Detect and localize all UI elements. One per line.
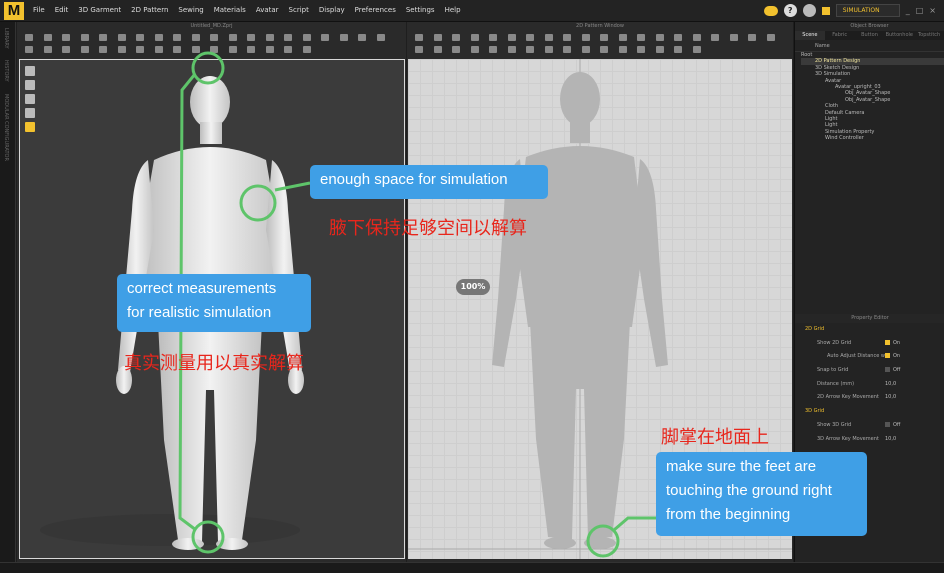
feet-connector	[613, 516, 656, 532]
callout-enough-space: enough space for simulation	[310, 165, 548, 199]
ground-highlight-circle	[586, 524, 620, 558]
armpit-highlight-circle	[239, 184, 277, 222]
armpit-connector	[274, 181, 311, 192]
callout-measurements: correct measurements for realistic simul…	[117, 274, 311, 332]
callout-feet: make sure the feet are touching the grou…	[656, 452, 867, 536]
foot-highlight-circle	[191, 520, 225, 554]
label-armpit-chinese: 腋下保持足够空间以解算	[329, 218, 527, 239]
head-highlight-circle	[191, 51, 225, 85]
label-feet-chinese: 脚掌在地面上	[661, 427, 769, 448]
label-measure-chinese: 真实测量用以真实解算	[124, 353, 304, 374]
